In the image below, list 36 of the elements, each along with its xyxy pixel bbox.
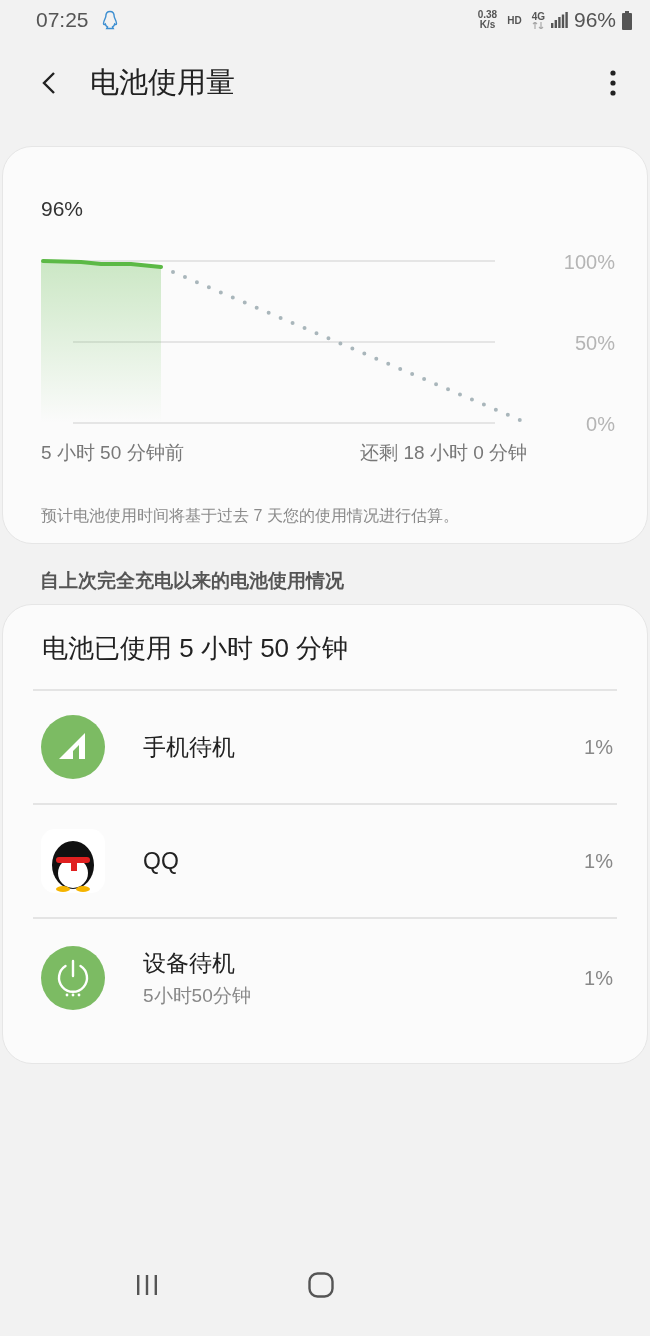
power-icon: [41, 946, 105, 1010]
item-percent: 1%: [584, 735, 613, 759]
scale-label: 100%: [563, 251, 615, 273]
item-percent: 1%: [584, 966, 613, 990]
clock-time: 07:25: [36, 8, 89, 32]
usage-list-item[interactable]: 设备待机 5小时50分钟 1%: [33, 919, 617, 1037]
network-type: 4G: [531, 11, 545, 22]
signal-icon: [550, 12, 568, 28]
usage-summary: 电池已使用 5 小时 50 分钟: [33, 631, 617, 691]
estimate-note: 预计电池使用时间将基于过去 7 天您的使用情况进行估算。: [41, 506, 460, 526]
remaining-time-label: 还剩 18 小时 0 分钟: [360, 441, 527, 465]
page-title: 电池使用量: [90, 65, 236, 100]
usage-list-item[interactable]: 手机待机 1%: [33, 691, 617, 805]
elapsed-time-label: 5 小时 50 分钟前: [41, 441, 184, 465]
penguin-outline-icon: [101, 10, 118, 30]
data-arrows-icon: [532, 21, 545, 29]
item-duration: 5小时50分钟: [143, 983, 252, 1008]
hd-indicator: HD: [507, 14, 522, 26]
speed-value: 0.38: [477, 10, 498, 20]
item-percent: 1%: [584, 849, 613, 873]
scale-label: 50%: [574, 332, 615, 354]
speed-unit: K/s: [479, 20, 496, 30]
usage-list-item[interactable]: QQ 1%: [33, 805, 617, 919]
recent-apps-icon: [136, 1274, 158, 1296]
battery-icon: [622, 10, 632, 30]
battery-level-text: 96%: [41, 197, 85, 221]
item-name: QQ: [143, 847, 180, 875]
battery-percent: 96%: [573, 8, 616, 32]
back-icon: [42, 71, 56, 95]
signal-icon: [41, 715, 105, 779]
more-icon: [610, 70, 616, 96]
home-icon: [308, 1272, 334, 1298]
item-name: 设备待机: [143, 948, 236, 978]
scale-label: 0%: [586, 413, 615, 435]
item-name: 手机待机: [143, 732, 236, 762]
section-title: 自上次完全充电以来的电池使用情况: [39, 569, 345, 593]
